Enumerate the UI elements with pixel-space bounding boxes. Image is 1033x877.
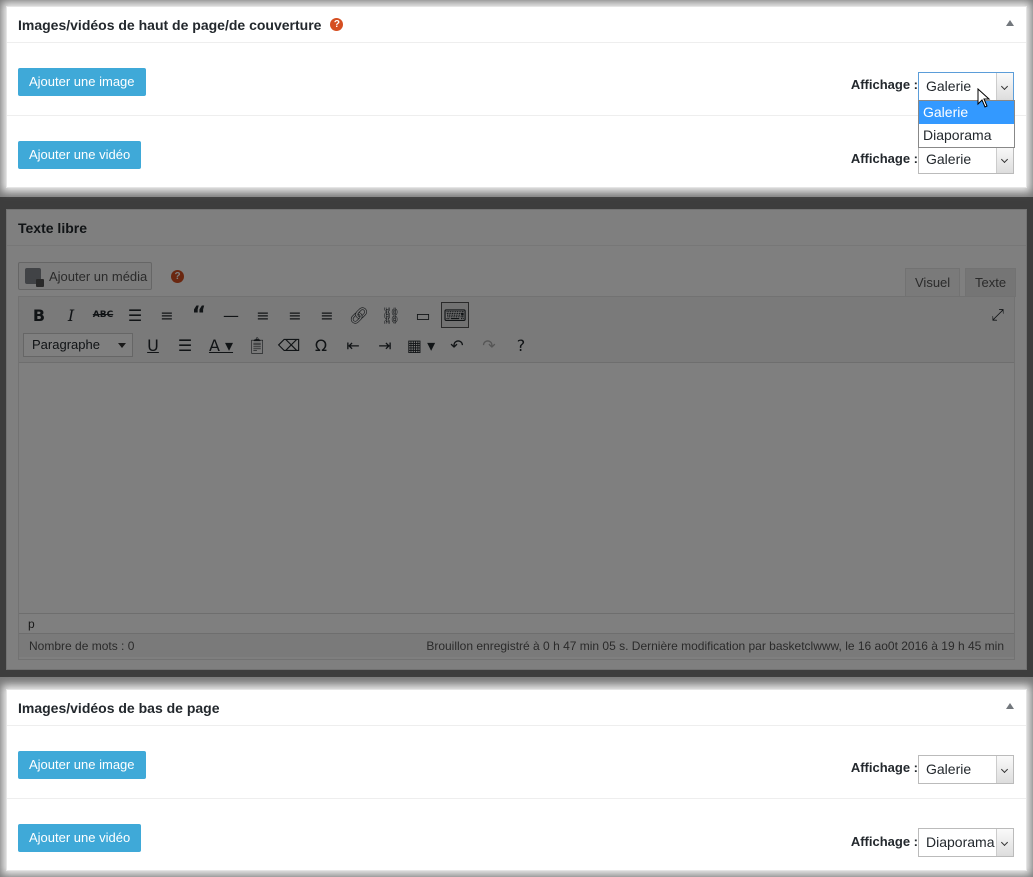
editor-area: B I ABC ☰ ≡ “ — ≡ ≡ ≡ 🔗︎ ⛓︎ ▭ ⌨︎ ⤢ Parag… [18,296,1015,660]
special-character-icon[interactable]: Ω [305,332,337,358]
editor-content[interactable] [19,363,1014,613]
align-left-icon[interactable]: ≡ [247,302,279,328]
add-media-button[interactable]: Ajouter un média [18,262,152,290]
display-dropdown-list: Galerie Diaporama [918,100,1015,148]
tab-visual[interactable]: Visuel [905,268,961,297]
free-text-box: Texte libre Ajouter un média ? Visuel Te… [6,209,1027,670]
align-right-icon[interactable]: ≡ [311,302,343,328]
top-box-title: Images/vidéos de haut de page/de couvert… [18,16,322,33]
top-image-row: Ajouter une image Affichage : Galerie [7,43,1026,116]
fullscreen-icon[interactable]: ⤢ [991,307,1004,325]
numbered-list-icon[interactable]: ≡ [151,302,183,328]
display-select[interactable]: Galerie [918,145,1014,174]
display-select-value: Galerie [926,761,972,777]
clear-formatting-icon[interactable]: ⌫ [273,332,305,358]
display-select[interactable]: Diaporama [918,828,1014,857]
read-more-icon[interactable]: ▭ [407,302,439,328]
strikethrough-icon[interactable]: ABC [87,302,119,328]
mouse-cursor-icon [977,88,991,108]
help-icon[interactable]: ? [171,270,184,283]
bottom-image-row: Ajouter une image Affichage : Galerie [7,726,1026,799]
link-icon[interactable]: 🔗︎ [343,302,375,328]
dropdown-option-diaporama[interactable]: Diaporama [919,124,1014,147]
bottom-media-box: Images/vidéos de bas de page Ajouter une… [6,689,1027,871]
align-center-icon[interactable]: ≡ [279,302,311,328]
top-media-box: Images/vidéos de haut de page/de couvert… [6,6,1027,188]
editor-box-title: Texte libre [18,219,87,236]
horizontal-line-icon[interactable]: — [215,302,247,328]
word-count: Nombre de mots : 0 [29,638,135,653]
dropdown-option-galerie[interactable]: Galerie [919,101,1014,124]
collapse-arrow-icon[interactable] [1006,703,1014,709]
autosave-status: Brouillon enregistré à 0 h 47 min 05 s. … [426,638,1004,653]
bullet-list-icon[interactable]: ☰ [119,302,151,328]
italic-icon[interactable]: I [55,302,87,328]
text-color-icon[interactable]: A ▾ [201,332,241,358]
chevron-down-icon[interactable] [996,829,1013,856]
display-label: Affichage : [850,760,918,775]
help-keyboard-icon[interactable]: ? [505,332,537,358]
justify-icon[interactable]: ☰ [169,332,201,358]
add-media-label: Ajouter un média [49,268,148,284]
display-select-value: Galerie [926,151,972,167]
help-icon[interactable]: ? [330,18,344,31]
add-video-button[interactable]: Ajouter une vidéo [18,141,142,169]
display-select[interactable]: Galerie [918,755,1014,784]
tab-text[interactable]: Texte [965,268,1017,297]
editor-toolbar: B I ABC ☰ ≡ “ — ≡ ≡ ≡ 🔗︎ ⛓︎ ▭ ⌨︎ ⤢ Parag… [19,297,1014,363]
top-video-row: Ajouter une vidéo Affichage : Galerie [7,116,1026,189]
underline-icon[interactable]: U [137,332,169,358]
redo-icon[interactable]: ↷ [473,332,505,358]
add-video-button[interactable]: Ajouter une vidéo [18,824,142,852]
display-select[interactable]: Galerie [918,72,1014,101]
chevron-down-icon[interactable] [996,73,1013,100]
display-select-value: Galerie [926,78,972,94]
bottom-box-title: Images/vidéos de bas de page [18,699,220,716]
bold-icon[interactable]: B [23,302,55,328]
paste-text-icon[interactable]: 📋︎ [241,332,273,358]
unlink-icon[interactable]: ⛓︎ [375,302,407,328]
bottom-box-header[interactable]: Images/vidéos de bas de page [7,690,1026,726]
bottom-video-row: Ajouter une vidéo Affichage : Diaporama [7,799,1026,872]
media-icon [25,268,44,287]
display-select-value: Diaporama [926,834,995,850]
indent-icon[interactable]: ⇥ [369,332,401,358]
editor-box-header[interactable]: Texte libre [7,210,1026,246]
display-label: Affichage : [850,834,918,849]
toolbar-toggle-icon[interactable]: ⌨︎ [441,302,469,328]
add-image-button[interactable]: Ajouter une image [18,751,146,779]
format-select[interactable]: Paragraphe [23,333,133,357]
add-image-button[interactable]: Ajouter une image [18,68,146,96]
chevron-down-icon[interactable] [996,756,1013,783]
display-label: Affichage : [850,151,918,166]
chevron-down-icon[interactable] [996,146,1013,173]
display-label: Affichage : [850,77,918,92]
element-path: p [19,613,1014,633]
outdent-icon[interactable]: ⇤ [337,332,369,358]
collapse-arrow-icon[interactable] [1006,20,1014,26]
top-box-header[interactable]: Images/vidéos de haut de page/de couvert… [7,7,1026,43]
editor-status-bar: Nombre de mots : 0 Brouillon enregistré … [19,633,1014,657]
undo-icon[interactable]: ↶ [441,332,473,358]
table-icon[interactable]: ▦ ▾ [401,332,441,358]
blockquote-icon[interactable]: “ [183,302,215,328]
